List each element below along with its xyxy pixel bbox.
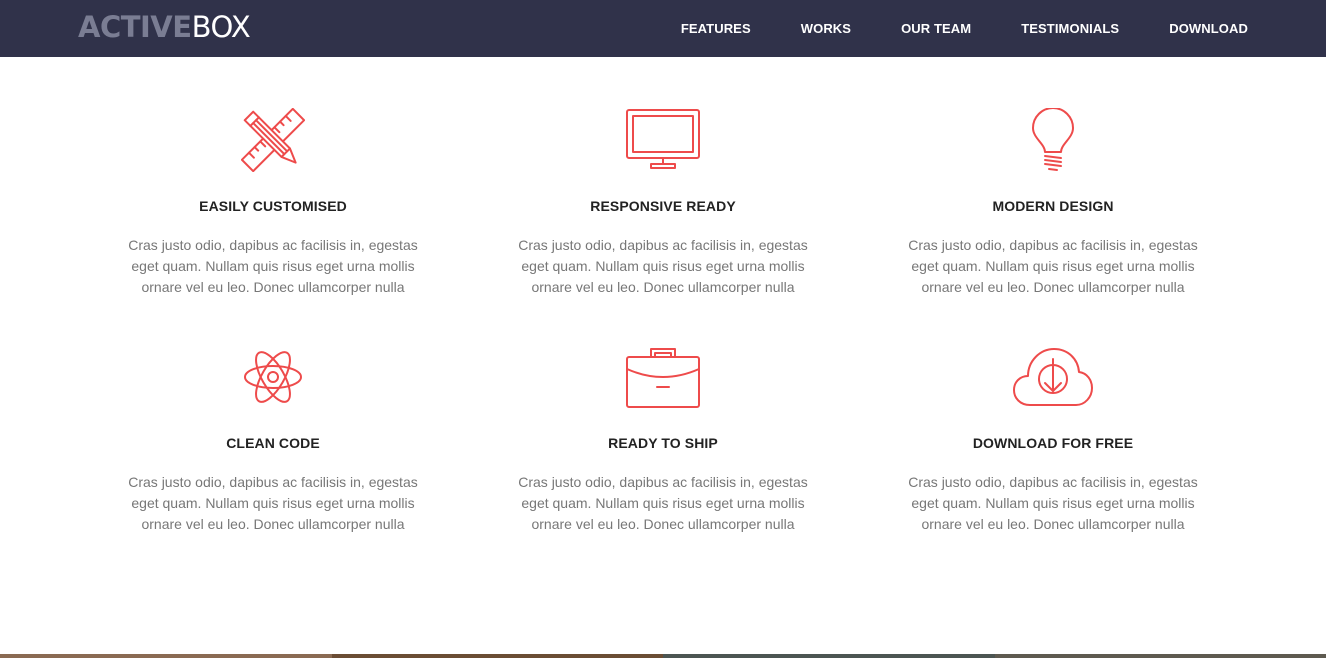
logo-light-text: BOX [191,10,251,44]
feature-text: Cras justo odio, dapibus ac facilisis in… [908,474,1198,532]
feature-text: Cras justo odio, dapibus ac facilisis in… [128,474,418,532]
briefcase-icon [468,345,858,409]
portfolio-thumb[interactable] [331,654,663,658]
feature-title: READY TO SHIP [608,435,718,451]
logo-bold-text: ACTIVE [78,10,192,44]
nav-item-download[interactable]: DOWNLOAD [1169,21,1248,36]
feature-title: EASILY CUSTOMISED [199,198,347,214]
logo[interactable]: ACTIVE BOX [78,9,251,45]
feature-title: DOWNLOAD FOR FREE [972,435,1134,451]
nav-item-works[interactable]: WORKS [801,21,851,36]
nav-item-our-team[interactable]: OUR TEAM [901,21,971,36]
feature-download-for-free: DOWNLOAD FOR FREE Cras justo odio, dapib… [858,345,1248,535]
nav-item-testimonials[interactable]: TESTIMONIALS [1021,21,1119,36]
feature-modern-design: MODERN DESIGN Cras justo odio, dapibus a… [858,108,1248,298]
atom-icon [78,345,468,409]
feature-text: Cras justo odio, dapibus ac facilisis in… [518,237,808,295]
navbar: ACTIVE BOX FEATURES WORKS OUR TEAM TESTIM… [0,0,1326,57]
feature-text: Cras justo odio, dapibus ac facilisis in… [518,474,808,532]
main-nav: FEATURES WORKS OUR TEAM TESTIMONIALS DOW… [631,0,1248,57]
feature-clean-code: CLEAN CODE Cras justo odio, dapibus ac f… [78,345,468,535]
lightbulb-icon [858,108,1248,172]
feature-text: Cras justo odio, dapibus ac facilisis in… [908,237,1198,295]
feature-title: CLEAN CODE [226,435,320,451]
feature-easily-customised: EASILY CUSTOMISED Cras justo odio, dapib… [78,108,468,298]
feature-title: RESPONSIVE READY [590,198,736,214]
nav-item-features[interactable]: FEATURES [681,21,751,36]
feature-title: MODERN DESIGN [992,198,1114,214]
feature-ready-to-ship: READY TO SHIP Cras justo odio, dapibus a… [468,345,858,535]
portfolio-preview-strip [0,654,1326,658]
pencil-ruler-icon [78,108,468,172]
portfolio-thumb[interactable] [663,654,995,658]
portfolio-thumb[interactable] [994,654,1326,658]
monitor-icon [468,108,858,172]
cloud-download-icon [858,345,1248,409]
feature-text: Cras justo odio, dapibus ac facilisis in… [128,237,418,295]
feature-responsive-ready: RESPONSIVE READY Cras justo odio, dapibu… [468,108,858,298]
portfolio-thumb[interactable] [0,654,332,658]
